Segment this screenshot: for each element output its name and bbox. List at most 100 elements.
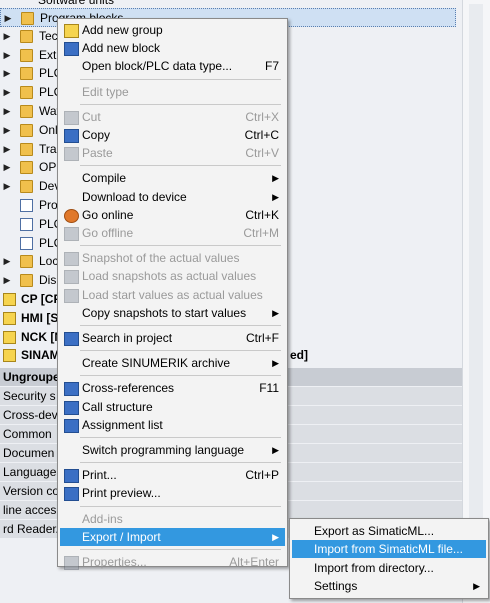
menu-item-download-to-device[interactable]: Download to device ▶ <box>60 188 285 206</box>
menu-item-label: Add-ins <box>82 511 123 526</box>
menu-item-copy[interactable]: Copy Ctrl+C <box>60 126 285 144</box>
folder-icon <box>20 180 33 194</box>
menu-separator <box>80 245 281 247</box>
expand-arrow-icon[interactable]: ▶ <box>2 158 12 177</box>
tree-label: Ext <box>39 47 57 62</box>
menu-item-label: Snapshot of the actual values <box>82 251 240 266</box>
document-icon <box>20 199 33 212</box>
menu-item-shortcut: Ctrl+F <box>246 331 279 345</box>
folder-icon <box>20 86 33 100</box>
expand-arrow-icon[interactable]: ▶ <box>2 252 12 271</box>
menu-item-label: Edit type <box>82 84 129 99</box>
tree-label: SINAM <box>21 348 60 363</box>
submenu-item-import-from-simaticml-file[interactable]: Import from SimaticML file... <box>292 540 486 559</box>
submenu-item-export-as-simaticml[interactable]: Export as SimaticML... <box>292 522 486 540</box>
menu-item-label: Copy <box>82 128 111 142</box>
tree-label: HMI [S <box>21 310 59 325</box>
menu-separator <box>80 103 281 105</box>
menu-item-compile[interactable]: Compile ▶ <box>60 169 285 187</box>
expand-arrow-icon[interactable]: ▶ <box>2 27 12 46</box>
menu-item-shortcut: Ctrl+X <box>245 109 279 124</box>
submenu-item-settings[interactable]: Settings ▶ <box>292 577 486 595</box>
submenu-item-import-from-directory[interactable]: Import from directory... <box>292 559 486 577</box>
load-start-icon <box>64 288 79 303</box>
menu-item-add-new-group[interactable]: Add new group <box>60 21 285 39</box>
expand-arrow-icon[interactable]: ▶ <box>3 9 13 28</box>
menu-item-label: Open block/PLC data type... <box>82 59 233 74</box>
menu-item-shortcut: Ctrl+C <box>244 128 279 142</box>
submenu-arrow-icon: ▶ <box>272 358 279 369</box>
tree-label: Tec <box>39 28 58 43</box>
print-preview-icon <box>64 487 79 502</box>
menu-item-copy-snapshots-to-start-values[interactable]: Copy snapshots to start values ▶ <box>60 304 285 322</box>
menu-item-search-in-project[interactable]: Search in project Ctrl+F <box>60 329 285 347</box>
menu-item-label: Cross-references <box>82 381 175 396</box>
menu-item-label: Print preview... <box>82 486 161 501</box>
menu-separator <box>80 375 281 377</box>
device-icon <box>3 311 16 325</box>
submenu-arrow-icon: ▶ <box>473 580 480 591</box>
folder-icon <box>20 48 33 62</box>
menu-item-add-new-block[interactable]: Add new block <box>60 39 285 57</box>
submenu-arrow-icon: ▶ <box>272 445 279 455</box>
expand-arrow-icon[interactable]: ▶ <box>2 46 12 65</box>
export-import-submenu: Export as SimaticML... Import from Simati… <box>289 518 489 599</box>
right-pane <box>462 0 490 603</box>
menu-item-label: Paste <box>82 146 113 161</box>
submenu-arrow-icon: ▶ <box>272 173 279 184</box>
menu-item-print[interactable]: Print... Ctrl+P <box>60 466 285 484</box>
expand-arrow-icon[interactable]: ▶ <box>2 64 12 83</box>
document-icon <box>20 217 33 231</box>
expand-arrow-icon[interactable]: ▶ <box>2 271 12 290</box>
menu-item-export-import[interactable]: Export / Import ▶ <box>60 527 285 546</box>
submenu-arrow-icon: ▶ <box>272 307 279 318</box>
expand-arrow-icon[interactable]: ▶ <box>2 177 12 196</box>
folder-icon <box>20 105 33 118</box>
overview-label: Ungroupe <box>3 370 60 384</box>
paste-icon <box>64 147 79 162</box>
submenu-item-label: Settings <box>314 578 358 593</box>
menu-item-assignment-list[interactable]: Assignment list <box>60 416 285 434</box>
menu-item-load-start-values-as-actual-values: Load start values as actual values <box>60 286 285 304</box>
menu-item-open-block-plc-data-type[interactable]: Open block/PLC data type... F7 <box>60 57 285 75</box>
menu-item-print-preview[interactable]: Print preview... <box>60 484 285 502</box>
folder-icon <box>20 29 33 43</box>
expand-arrow-icon[interactable]: ▶ <box>2 140 12 159</box>
overview-label: Version co <box>3 484 60 498</box>
load-snapshot-icon <box>64 270 79 285</box>
folder-icon <box>20 274 33 288</box>
menu-item-call-structure[interactable]: Call structure <box>60 398 285 416</box>
menu-item-label: Load snapshots as actual values <box>82 269 257 284</box>
vertical-scrollbar[interactable] <box>469 4 483 594</box>
menu-item-cut: Cut Ctrl+X <box>60 108 285 126</box>
copy-icon <box>64 129 79 143</box>
context-menu: Add new group Add new block Open block/PLC… <box>57 18 288 570</box>
menu-item-go-online[interactable]: Go online Ctrl+K <box>60 206 285 224</box>
menu-item-shortcut: F11 <box>259 381 279 396</box>
menu-item-label: Compile <box>82 171 127 186</box>
snapshot-icon <box>64 252 79 267</box>
menu-item-label: Download to device <box>82 189 187 204</box>
menu-item-cross-references[interactable]: Cross-references F11 <box>60 379 285 397</box>
tree-label: Onl <box>39 122 58 137</box>
add-block-icon <box>64 42 79 57</box>
tree-label-suffix: ed] <box>290 348 308 363</box>
expand-arrow-icon[interactable]: ▶ <box>2 83 12 102</box>
menu-item-load-snapshots-as-actual-values: Load snapshots as actual values <box>60 267 285 285</box>
menu-separator <box>80 437 281 438</box>
tree-label: Loc <box>39 254 59 269</box>
assignment-list-icon <box>64 418 79 433</box>
folder-icon <box>20 255 33 269</box>
menu-separator <box>80 165 281 167</box>
menu-item-label: Call structure <box>82 399 153 414</box>
expand-arrow-icon[interactable]: ▶ <box>2 121 12 140</box>
cut-icon <box>64 110 79 125</box>
menu-item-switch-programming-language[interactable]: Switch programming language ▶ <box>60 441 285 459</box>
menu-item-shortcut: F7 <box>264 59 279 74</box>
add-group-icon <box>64 24 79 38</box>
expand-arrow-icon[interactable]: ▶ <box>2 102 12 121</box>
menu-item-create-sinumerik-archive[interactable]: Create SINUMERIK archive ▶ <box>60 354 285 372</box>
go-offline-icon <box>64 227 79 241</box>
folder-icon <box>20 142 33 156</box>
overview-label: Documen <box>3 446 55 460</box>
